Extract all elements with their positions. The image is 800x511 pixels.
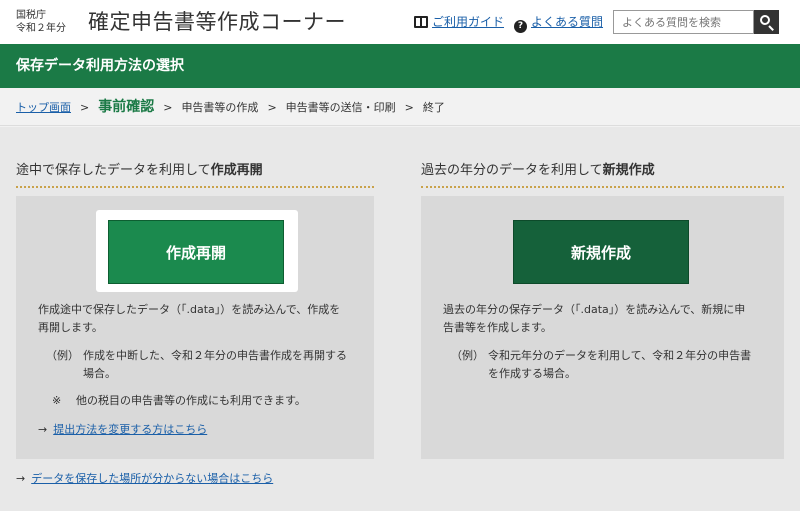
arrow-right-icon: → [38,423,48,436]
example-line: 作成を中断した、令和２年分の申告書作成を再開する [83,349,347,362]
resume-example: （例） 作成を中断した、令和２年分の申告書作成を再開する 場合。 [46,347,366,387]
unknown-location-link-label: データを保存した場所が分からない場合はこちら [31,472,274,485]
new-heading: 過去の年分のデータを利用して新規作成 [421,162,784,188]
resume-heading: 途中で保存したデータを利用して作成再開 [16,162,374,188]
example-text: 作成を中断した、令和２年分の申告書作成を再開する 場合。 [83,347,347,383]
new-panel: 新規作成 過去の年分の保存データ（｢.data｣）を読み込んで、新規に申 告書等… [421,196,784,459]
resume-heading-bold: 作成再開 [210,163,263,178]
example-tag: （例） [451,349,484,362]
breadcrumb: トップ画面 > 事前確認 > 申告書等の作成 > 申告書等の送信・印刷 > 終了 [0,88,800,126]
book-icon [414,16,428,28]
resume-panel: 作成再開 作成途中で保存したデータ（｢.data｣）を読み込んで、作成を 再開し… [16,196,374,459]
site-header: 国税庁 令和２年分 確定申告書等作成コーナー ご利用ガイド ? よくある質問 [0,0,800,44]
example-tag: （例） [46,349,79,362]
example-line: を作成する場合。 [488,367,576,380]
faq-link-label: よくある質問 [531,15,604,29]
search-button[interactable] [754,10,779,34]
guide-link[interactable]: ご利用ガイド [414,14,504,30]
new-desc-line: 過去の年分の保存データ（｢.data｣）を読み込んで、新規に申 [443,303,746,316]
new-example: （例） 令和元年分のデータを利用して、令和２年分の申告書 を作成する場合。 [451,347,771,387]
resume-heading-text: 途中で保存したデータを利用して [16,163,211,178]
unknown-location-link[interactable]: → データを保存した場所が分からない場合はこちら [16,471,273,487]
resume-note: ※ 他の税目の申告書等の作成にも利用できます。 [52,392,372,412]
search-icon [760,15,770,25]
search-icon-handle [768,25,774,31]
resume-description: 作成途中で保存したデータ（｢.data｣）を読み込んで、作成を 再開します。 [38,301,358,337]
new-heading-text: 過去の年分のデータを利用して [421,163,603,178]
breadcrumb-separator: > [267,101,277,114]
breadcrumb-current: 事前確認 [98,99,155,115]
tax-year: 令和２年分 [16,23,66,34]
example-line: 場合。 [83,367,116,380]
new-desc-line: 告書等を作成します。 [443,321,552,334]
resume-button[interactable]: 作成再開 [108,220,284,284]
change-submission-link-label: 提出方法を変更する方はこちら [53,423,208,436]
note-mark: ※ [52,394,62,407]
new-description: 過去の年分の保存データ（｢.data｣）を読み込んで、新規に申 告書等を作成しま… [443,301,773,337]
breadcrumb-top[interactable]: トップ画面 [16,89,71,127]
agency-name: 国税庁 [16,10,46,21]
resume-desc-line: 作成途中で保存したデータ（｢.data｣）を読み込んで、作成を [38,303,341,316]
arrow-right-icon: → [16,472,26,485]
main-content: 途中で保存したデータを利用して作成再開 作成再開 作成途中で保存したデータ（｢.… [0,127,800,511]
site-title: 確定申告書等作成コーナー [88,10,346,34]
page-title: 保存データ利用方法の選択 [0,44,800,88]
agency-label: 国税庁 令和２年分 [16,9,66,35]
change-submission-link[interactable]: → 提出方法を変更する方はこちら [38,422,207,438]
resume-button-focus-frame: 作成再開 [96,210,298,292]
breadcrumb-step: 終了 [422,101,445,114]
breadcrumb-step: 申告書等の作成 [181,101,259,114]
breadcrumb-step: 申告書等の送信・印刷 [285,101,396,114]
guide-link-label: ご利用ガイド [432,15,505,29]
example-line: 令和元年分のデータを利用して、令和２年分の申告書 [488,349,752,362]
breadcrumb-separator: > [163,101,173,114]
example-text: 令和元年分のデータを利用して、令和２年分の申告書 を作成する場合。 [488,347,751,383]
faq-link[interactable]: ? よくある質問 [514,14,603,33]
new-create-button[interactable]: 新規作成 [513,220,689,284]
faq-search-input[interactable] [613,10,754,34]
breadcrumb-separator: > [80,101,90,114]
question-icon: ? [514,20,527,33]
resume-desc-line: 再開します。 [38,321,103,334]
breadcrumb-separator: > [404,101,414,114]
new-heading-bold: 新規作成 [602,163,655,178]
note-text: 他の税目の申告書等の作成にも利用できます。 [76,394,306,407]
